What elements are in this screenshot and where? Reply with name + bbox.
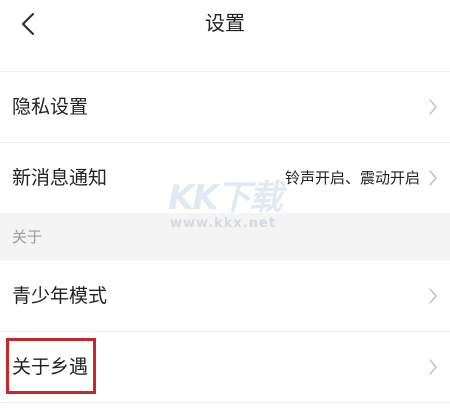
chevron-right-icon [429, 359, 437, 375]
page-title: 设置 [205, 11, 245, 35]
notification-status: 铃声开启、震动开启 [284, 169, 420, 187]
top-spacer [0, 56, 450, 72]
chevron-right-icon [429, 288, 437, 304]
settings-screen: 设置 隐私设置 新消息通知 铃声开启、震动开启 关于 青少年模式 关于乡遇 KK… [0, 0, 450, 412]
chevron-right-icon [429, 170, 437, 186]
section-header-label: 关于 [12, 228, 43, 246]
settings-row-privacy[interactable]: 隐私设置 [0, 72, 450, 142]
settings-row-youth-mode[interactable]: 青少年模式 [0, 261, 450, 331]
chevron-right-icon [429, 99, 437, 115]
nav-bar: 设置 [0, 0, 450, 56]
settings-row-label: 隐私设置 [12, 96, 89, 118]
divider [0, 402, 450, 403]
settings-row-label: 新消息通知 [12, 167, 108, 189]
section-header-about: 关于 [0, 213, 450, 261]
settings-row-notifications[interactable]: 新消息通知 铃声开启、震动开启 [0, 143, 450, 213]
highlight-box [6, 338, 96, 394]
settings-row-label: 青少年模式 [12, 285, 108, 307]
